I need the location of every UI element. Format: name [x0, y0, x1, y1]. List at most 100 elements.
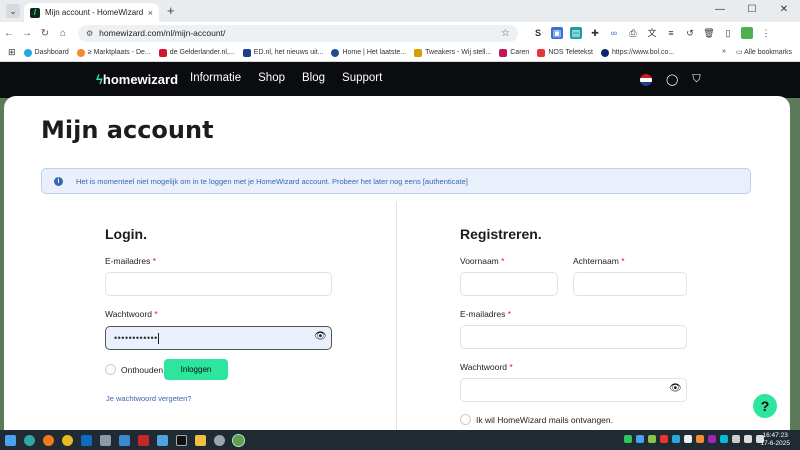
tray-icon[interactable] — [672, 435, 680, 443]
browser-tab[interactable]: / Mijn account - HomeWizard × — [24, 3, 159, 22]
address-bar[interactable]: ⚙ homewizard.com/nl/mijn-account/ ☆ — [78, 24, 518, 42]
tray-icon[interactable] — [720, 435, 728, 443]
history-icon[interactable]: ↺ — [684, 27, 696, 39]
minimize-icon[interactable]: — — [704, 0, 736, 22]
print-icon[interactable]: ⎙ — [627, 27, 639, 39]
bookmark-item[interactable]: ED.nl, het nieuws uit... — [242, 48, 324, 57]
register-password-input[interactable] — [460, 378, 687, 402]
nav-informatie[interactable]: Informatie — [190, 72, 241, 84]
alert-text: Het is momenteel niet mogelijk om in te … — [76, 176, 468, 186]
reload-icon[interactable]: ↻ — [36, 28, 54, 39]
edge-icon[interactable] — [24, 434, 35, 446]
newsletter-label: Ik wil HomeWizard mails ontvangen. — [476, 415, 613, 425]
more-bookmarks-icon[interactable]: » — [722, 48, 726, 56]
bookmark-item[interactable]: https://www.bol.co... — [600, 48, 674, 57]
login-email-input[interactable] — [105, 272, 332, 296]
dutch-flag-icon[interactable] — [640, 73, 652, 86]
bookmark-item[interactable]: Home | Het laatste... — [331, 48, 406, 57]
header-icons: ◯ ⛉ — [640, 73, 701, 86]
bookmark-item[interactable]: de Gelderlander.nl,... — [158, 48, 235, 57]
sidepanel-icon[interactable]: ▯ — [722, 27, 734, 39]
login-password-label: Wachtwoord * — [105, 309, 158, 319]
bookmark-label: ED.nl, het nieuws uit... — [253, 49, 324, 56]
tray-icon[interactable] — [624, 435, 632, 443]
camera-icon[interactable] — [100, 434, 111, 446]
reading-list-icon[interactable]: ≡ — [665, 27, 677, 39]
profile-avatar[interactable] — [741, 27, 753, 39]
tray-icon[interactable] — [708, 435, 716, 443]
tray-icon[interactable] — [696, 435, 704, 443]
nav-support[interactable]: Support — [342, 72, 382, 84]
nav-blog[interactable]: Blog — [302, 72, 325, 84]
settings-icon[interactable] — [214, 434, 225, 446]
extensions-puzzle-icon[interactable]: ✚ — [589, 27, 601, 39]
cart-icon[interactable]: ⛉ — [692, 73, 700, 86]
remember-label: Onthouden — [121, 365, 164, 375]
news-app-icon[interactable] — [138, 434, 149, 446]
bookmark-item[interactable]: ≥ Marktplaats - De... — [76, 48, 151, 57]
login-email-label-text: E-mailadres — [105, 256, 151, 266]
bookmark-favicon-icon — [242, 48, 251, 57]
delete-icon[interactable]: 🗑 — [703, 27, 715, 39]
register-email-input[interactable] — [460, 325, 687, 349]
apps-grid-icon[interactable]: ⊞ — [8, 47, 16, 58]
remote-desktop-icon[interactable] — [157, 434, 168, 446]
tab-search-menu-icon[interactable]: ⌄ — [6, 4, 20, 18]
bookmark-favicon-icon — [499, 48, 508, 57]
outlook-icon[interactable] — [81, 434, 92, 446]
explorer-icon[interactable] — [195, 434, 206, 446]
start-windows-icon[interactable] — [5, 434, 16, 446]
system-tray — [624, 435, 764, 443]
register-firstname-input[interactable] — [460, 272, 558, 296]
taskbar-clock[interactable]: 16:47:23 17-6-2025 — [760, 432, 790, 448]
extension-teal-icon[interactable]: ▤ — [570, 27, 582, 39]
tray-icon[interactable] — [636, 435, 644, 443]
forward-icon[interactable]: → — [18, 28, 36, 39]
register-title: Registreren. — [460, 226, 542, 242]
back-icon[interactable]: ← — [0, 28, 18, 39]
homewizard-logo[interactable]: ϟhomewizard — [96, 72, 178, 87]
photos-icon[interactable] — [119, 434, 130, 446]
tab-close-icon[interactable]: × — [148, 8, 153, 18]
extension-link-icon[interactable]: ∞ — [608, 27, 620, 39]
tray-icon[interactable] — [732, 435, 740, 443]
bookmark-item[interactable]: Tweakers - Wij stell... — [414, 48, 491, 57]
clock-date: 17-6-2025 — [760, 440, 790, 447]
chrome-icon[interactable] — [62, 434, 73, 446]
home-icon[interactable]: ⌂ — [54, 28, 72, 39]
extension-s-icon[interactable]: S — [532, 27, 544, 39]
menu-dots-icon[interactable]: ⋮ — [760, 27, 772, 39]
bookmark-item[interactable]: Caren — [499, 48, 529, 57]
wifi-icon[interactable] — [744, 435, 752, 443]
close-window-icon[interactable]: ✕ — [768, 0, 800, 22]
site-info-icon[interactable]: ⚙ — [86, 29, 93, 38]
register-show-password-eye-icon[interactable]: 👁 — [669, 383, 682, 394]
forgot-password-link[interactable]: Je wachtwoord vergeten? — [106, 394, 191, 403]
tray-icon[interactable] — [648, 435, 656, 443]
translate-icon[interactable]: 文 — [646, 27, 658, 39]
bookmark-star-icon[interactable]: ☆ — [501, 28, 510, 39]
register-lastname-input[interactable] — [573, 272, 687, 296]
bookmark-item[interactable]: NOS Teletekst — [537, 48, 593, 57]
extension-blue-icon[interactable]: ▣ — [551, 27, 563, 39]
remember-checkbox[interactable] — [105, 364, 116, 375]
login-password-input[interactable]: •••••••••••• — [105, 326, 332, 350]
firefox-icon[interactable] — [43, 434, 54, 446]
tray-icon[interactable] — [660, 435, 668, 443]
nav-shop[interactable]: Shop — [258, 72, 285, 84]
help-button[interactable]: ? — [753, 394, 777, 418]
show-password-eye-icon[interactable]: 👁 — [314, 331, 327, 342]
all-bookmarks-folder[interactable]: ▭ Alle bookmarks — [736, 48, 792, 56]
newsletter-checkbox[interactable] — [460, 414, 471, 425]
bookmark-item[interactable]: Dashboard — [23, 48, 69, 57]
media-app-icon[interactable] — [176, 434, 187, 446]
browser-tab-bar: ⌄ / Mijn account - HomeWizard × + — ☐ ✕ — [0, 0, 800, 22]
login-error-alert: i Het is momenteel niet mogelijk om in t… — [41, 168, 751, 194]
tray-icon[interactable] — [684, 435, 692, 443]
account-icon[interactable]: ◯ — [666, 73, 678, 86]
chrome-active-icon[interactable] — [232, 433, 245, 447]
maximize-icon[interactable]: ☐ — [736, 0, 768, 22]
info-icon: i — [54, 176, 63, 186]
new-tab-button[interactable]: + — [167, 3, 175, 18]
login-button[interactable]: Inloggen — [164, 359, 228, 380]
